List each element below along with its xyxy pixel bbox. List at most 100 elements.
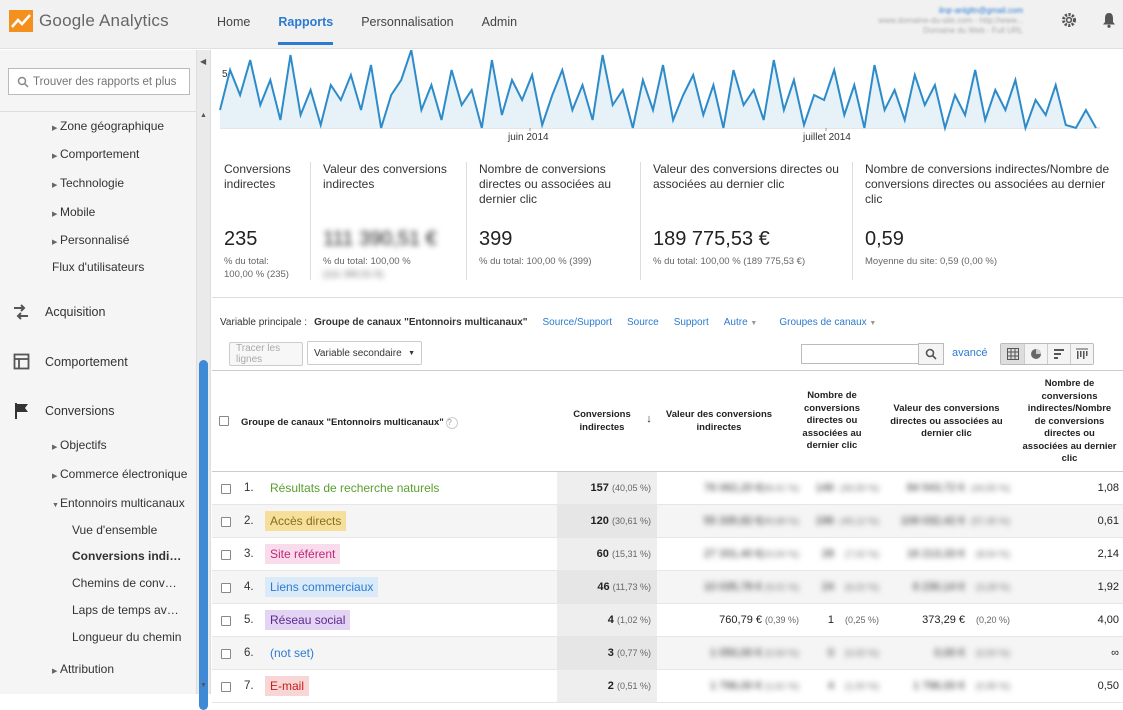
nav-rapports[interactable]: Rapports [278,15,334,45]
sidebar-item-zone-geographique[interactable]: ▶ Zone géographique [52,119,164,133]
dimension-source-support[interactable]: Source/Support [543,317,613,328]
sidebar-divider [0,111,196,112]
collapse-sidebar-icon[interactable]: ◀ [200,57,206,66]
header-valeur-directes[interactable]: Valeur des conversions directes ou assoc… [884,403,1009,441]
scroll-up-icon[interactable]: ▲ [200,112,207,119]
sidebar-item-objectifs[interactable]: ▶ Objectifs [52,438,107,452]
header-valeur-indirectes[interactable]: Valeur des conversions indirectes [659,409,779,434]
sidebar-item-acquisition[interactable]: Acquisition [45,305,105,319]
caret-right-icon: ▶ [52,668,58,675]
scorecard-valeur-conversions-directes[interactable]: Valeur des conversions directes ou assoc… [640,162,852,280]
cell-valeur-indirectes: 1 050,00 € [710,647,762,659]
sort-desc-icon[interactable]: ↓ [644,413,654,426]
header-conversions-directes[interactable]: Nombre de conversions directes ou associ… [797,390,867,453]
cell-conversions-directes-pct: (6,02 %) [844,582,879,592]
sidebar-item-flux-utilisateurs[interactable]: Flux d'utilisateurs [52,260,144,274]
header-conversions-indirectes[interactable]: Conversions indirectes [567,409,637,434]
bar-view-icon[interactable] [1047,344,1070,364]
nav-home[interactable]: Home [217,15,250,45]
select-all-checkbox[interactable] [219,416,229,426]
scorecards: Conversions indirectes 235 % du total: 10… [212,150,1123,290]
chevron-down-icon: ▼ [750,320,758,327]
row-checkbox[interactable] [221,682,231,692]
sidebar-item-laps-de-temps[interactable]: Laps de temps av… [72,603,179,617]
header-ratio[interactable]: Nombre de conversions indirectes/Nombre … [1022,378,1117,466]
report-main: 5 juin 2014 juillet 2014 Conversions ind… [212,49,1123,703]
sidebar-item-vue-ensemble[interactable]: Vue d'ensemble [72,523,157,537]
scrollbar-thumb[interactable] [199,360,208,710]
sidebar-item-comportement[interactable]: Comportement [45,355,128,369]
sidebar-item-mobile[interactable]: ▶ Mobile [52,205,95,219]
table-view-icon[interactable] [1001,344,1024,364]
scorecard-ratio[interactable]: Nombre de conversions indirectes/Nombre … [852,162,1123,280]
nav-admin[interactable]: Admin [482,15,517,45]
primary-dimension-selected: Groupe de canaux "Entonnoirs multicanaux… [314,317,528,328]
row-checkbox[interactable] [221,616,231,626]
table-row: 1. Résultats de recherche naturels 157 (40… [212,472,1123,505]
search-input[interactable] [33,75,183,88]
header-canal[interactable]: Groupe de canaux "Entonnoirs multicanaux… [241,417,459,430]
cell-valeur-directes-pct: (0,00 %) [975,648,1010,658]
advanced-filter-link[interactable]: avancé [952,347,987,359]
scorecard-conversions-directes[interactable]: Nombre de conversions directes ou associ… [466,162,640,280]
sidebar-item-chemins-conversion[interactable]: Chemins de conv… [72,576,177,590]
row-checkbox[interactable] [221,550,231,560]
channel-link[interactable]: E-mail [265,676,310,696]
table-row: 4. Liens commerciaux 46 (11,73 %) 10 035,78… [212,571,1123,604]
sidebar-item-personnalise[interactable]: ▶ Personnalisé [52,233,129,247]
sidebar-item-commerce-electronique[interactable]: ▶ Commerce électronique [52,467,187,481]
sidebar-item-longueur-chemin[interactable]: Longueur du chemin [72,630,181,644]
dimension-autre-dropdown[interactable]: Autre ▼ [724,317,758,328]
sidebar-item-attribution[interactable]: ▶ Attribution [52,662,114,676]
channel-link[interactable]: Réseau social [265,610,351,630]
groupes-canaux-dropdown[interactable]: Groupes de canaux ▼ [779,317,876,328]
cell-conversions-directes-pct: (0,00 %) [844,648,879,658]
account-view: Domaine du Web - Full URL [923,26,1023,35]
cell-conversions-directes-pct: (49,12 %) [839,516,879,526]
scroll-down-icon[interactable]: ▼ [200,682,207,689]
sidebar-scrollbar[interactable]: ◀ ▲ ▼ [197,50,211,710]
nav-personnalisation[interactable]: Personnalisation [361,15,453,45]
y-tick-label: 5 [222,69,228,80]
sidebar-item-conversions[interactable]: Conversions [45,404,114,418]
sidebar-item-conversions-indirectes[interactable]: Conversions indi… [72,549,181,563]
cell-conversions-directes: 28 [821,548,834,560]
cell-conversions-directes-pct: (0,25 %) [844,615,879,625]
account-switcher[interactable]: ilrqr-anlgltn@gmail.com www.domaine-du-s… [838,6,1024,36]
tracer-lignes-button[interactable]: Tracer les lignes [229,342,303,366]
channel-link[interactable]: Liens commerciaux [265,577,379,597]
row-checkbox[interactable] [221,484,231,494]
channel-link[interactable]: Site référent [265,544,341,564]
scorecard-valeur-conversions-indirectes[interactable]: Valeur des conversions indirectes 111 39… [310,162,465,280]
table-search-input[interactable] [801,344,919,364]
row-checkbox[interactable] [221,649,231,659]
top-bar: Google Analytics Home Rapports Personnal… [0,0,1123,49]
dimension-support[interactable]: Support [674,317,709,328]
cell-conversions-indirectes: 60 (15,31 %) [557,538,657,570]
table-search-button[interactable] [918,343,944,365]
report-search-field[interactable] [8,68,190,95]
cell-valeur-directes: 16 213,33 € [906,548,965,560]
gear-icon[interactable] [1061,12,1077,28]
sidebar-item-comportement-sub[interactable]: ▶ Comportement [52,147,139,161]
channel-link[interactable]: (not set) [265,643,319,663]
cell-conversions-indirectes: 3 (0,77 %) [557,637,657,669]
cell-valeur-indirectes-pct: (1,61 %) [764,681,799,691]
bell-icon[interactable] [1101,12,1117,28]
channel-link[interactable]: Résultats de recherche naturels [265,478,444,498]
row-checkbox[interactable] [221,517,231,527]
scorecard-conversions-indirectes[interactable]: Conversions indirectes 235 % du total: 10… [212,162,309,280]
sidebar-item-entonnoirs-multicanaux[interactable]: ▼Entonnoirs multicanaux [52,496,185,510]
scorecard-sub: % du total: 100,00 % (111 390,51 €) [323,256,411,280]
sidebar-item-technologie[interactable]: ▶ Technologie [52,176,124,190]
table-row: 5. Réseau social 4 (1,02 %) 760,79 € (0,39 %… [212,604,1123,637]
pie-view-icon[interactable] [1024,344,1047,364]
table-row: 2. Accès directs 120 (30,61 %) 55 335,82 €(… [212,505,1123,538]
google-analytics-logo[interactable]: Google Analytics [9,10,169,32]
variable-secondaire-dropdown[interactable]: Variable secondaire ▼ [307,341,422,365]
cell-valeur-indirectes-pct: (24,54 %) [759,549,799,559]
channel-link[interactable]: Accès directs [265,511,347,531]
dimension-source[interactable]: Source [627,317,659,328]
row-checkbox[interactable] [221,583,231,593]
comparison-view-icon[interactable] [1070,344,1093,364]
